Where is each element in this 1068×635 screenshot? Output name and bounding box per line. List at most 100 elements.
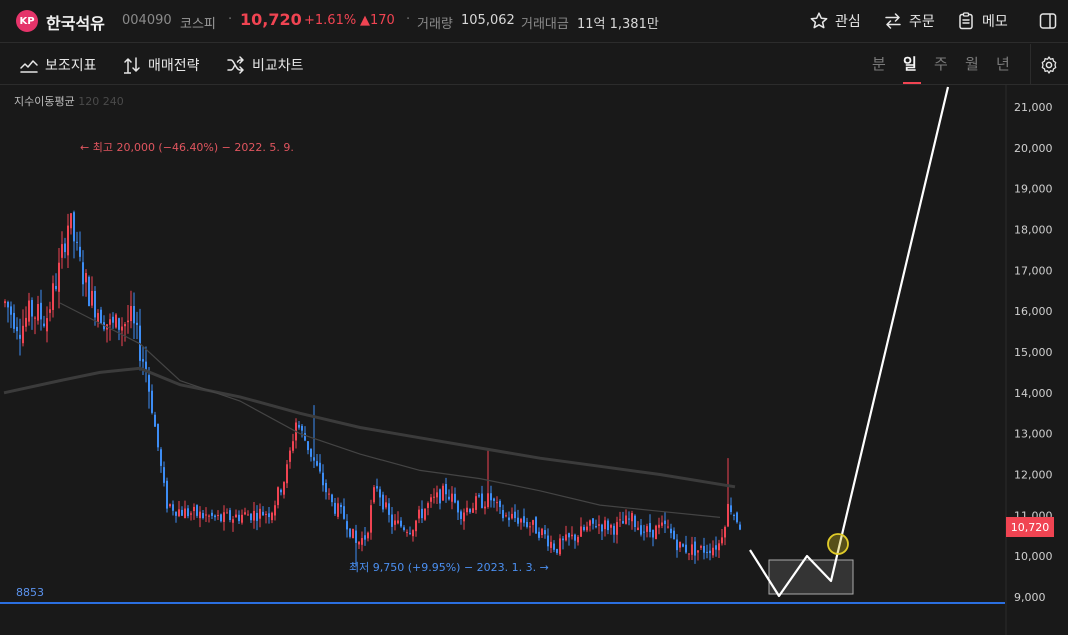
volume-value: 105,062 [461, 13, 515, 28]
candle-body [529, 526, 531, 528]
company-logo: KP [16, 10, 38, 32]
candle-body [481, 493, 483, 508]
period-week[interactable]: 주 [934, 53, 948, 74]
period-month[interactable]: 월 [965, 53, 979, 74]
candle-body [310, 448, 312, 457]
candle-body [385, 502, 387, 508]
clipboard-icon [959, 12, 973, 30]
candle-body [277, 487, 279, 506]
candle-body [577, 536, 579, 543]
candle-body [559, 538, 561, 555]
candle-body [571, 534, 573, 537]
candle-body [280, 489, 282, 493]
candle-body [283, 482, 285, 495]
candle-body [358, 541, 360, 545]
compare-chart-button[interactable]: 비교차트 [226, 54, 304, 76]
price-chart[interactable]: 8853 ← 최고 20,000 (−46.40%) − 2022. 5. 9.… [0, 85, 1068, 635]
candle-body [178, 509, 180, 517]
volume-label: 거래량 [417, 17, 453, 32]
memo-label: 메모 [982, 14, 1008, 30]
candle-body [244, 512, 246, 515]
candle-body [145, 361, 147, 370]
y-tick-label: 16,000 [1014, 305, 1053, 318]
period-year[interactable]: 년 [996, 53, 1010, 74]
candle-body [166, 480, 168, 509]
candle-body [679, 541, 681, 548]
memo-button[interactable]: 메모 [956, 10, 1008, 32]
candle-body [49, 309, 51, 313]
candle-body [202, 513, 204, 519]
candle-body [223, 512, 225, 522]
candle-body [67, 225, 69, 256]
indicator-button[interactable]: 보조지표 [19, 54, 97, 76]
candle-body [58, 262, 60, 292]
active-period-indicator [903, 82, 921, 84]
order-label: 주문 [909, 14, 935, 30]
y-tick-label: 21,000 [1014, 101, 1053, 114]
current-price: 10,720 [240, 10, 302, 29]
candle-body [247, 514, 249, 516]
favorite-button[interactable]: 관심 [809, 10, 861, 32]
candle-body [37, 303, 39, 321]
stock-header: KP 한국석유 004090 코스피 · 10,720 +1.61% ▲170 … [0, 0, 1068, 43]
candle-body [460, 511, 462, 519]
candle-body [445, 484, 447, 495]
candle-body [523, 516, 525, 523]
candle-body [517, 517, 519, 524]
stock-name[interactable]: 한국석유 [46, 10, 105, 34]
candle-body [235, 514, 237, 518]
favorite-label: 관심 [835, 14, 861, 30]
candle-body [55, 285, 57, 290]
candle-body [469, 509, 471, 513]
candle-body [568, 533, 570, 538]
toolbar-divider [1030, 44, 1031, 85]
candle-body [25, 317, 27, 327]
candle-body [520, 518, 522, 523]
candle-body [313, 457, 315, 461]
candle-body [286, 464, 288, 484]
candlestick-chart[interactable]: 8853 ← 최고 20,000 (−46.40%) − 2022. 5. 9.… [0, 85, 1068, 635]
candle-body [292, 441, 294, 451]
candle-body [88, 276, 90, 307]
candle-body [478, 495, 480, 497]
candle-body [124, 324, 126, 327]
candle-body [16, 326, 18, 332]
candle-body [490, 493, 492, 501]
candle-body [685, 544, 687, 553]
candle-body [709, 550, 711, 554]
up-down-arrows-icon [124, 57, 140, 74]
candle-body [580, 526, 582, 537]
panel-toggle-button[interactable] [1038, 10, 1058, 32]
candle-body [697, 550, 699, 553]
candle-body [13, 312, 15, 329]
ma-legend-title: 지수이동평균 [14, 95, 75, 108]
candle-body [502, 509, 504, 519]
change-percent: +1.61% [304, 13, 357, 28]
shuffle-icon [227, 56, 244, 74]
period-minute[interactable]: 분 [872, 53, 886, 74]
chart-settings-button[interactable] [1039, 54, 1059, 76]
candle-body [472, 508, 474, 513]
candle-body [82, 262, 84, 285]
candle-body [439, 489, 441, 504]
order-button[interactable]: 주문 [883, 10, 935, 32]
strategy-button[interactable]: 매매전략 [122, 54, 200, 76]
candle-body [376, 486, 378, 489]
period-day[interactable]: 일 [903, 53, 917, 74]
candle-body [22, 325, 24, 344]
support-label: 8853 [16, 586, 44, 599]
candle-body [220, 514, 222, 522]
candle-body [652, 529, 654, 538]
candle-body [181, 509, 183, 516]
candle-body [598, 524, 600, 526]
candle-body [85, 273, 87, 283]
candle-body [79, 246, 81, 257]
strategy-label: 매매전략 [148, 58, 200, 74]
candle-body [175, 511, 177, 516]
candle-body [64, 243, 66, 253]
candle-body [595, 526, 597, 528]
candle-body [466, 507, 468, 513]
candle-body [40, 302, 42, 320]
star-icon [810, 12, 828, 29]
candle-body [340, 504, 342, 508]
